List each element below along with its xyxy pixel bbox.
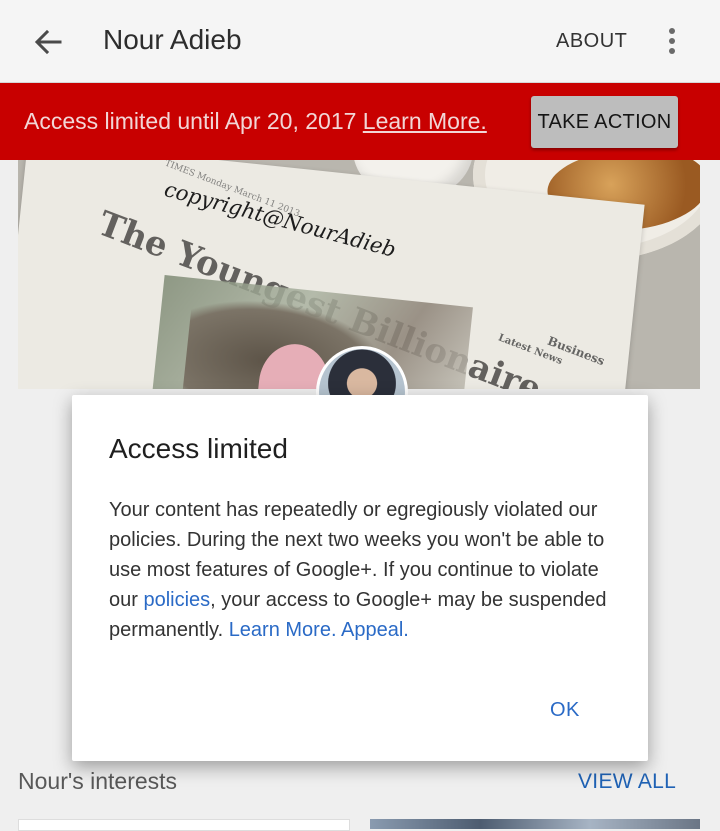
interest-card[interactable] — [18, 819, 350, 831]
page-title: Nour Adieb — [103, 24, 242, 55]
more-vert-icon[interactable] — [660, 24, 684, 58]
interest-card[interactable] — [370, 819, 700, 829]
dialog-body: Your content has repeatedly or egregious… — [109, 495, 619, 645]
banner-text: Access limited until Apr 20, 2017 Learn … — [24, 108, 487, 135]
banner-learn-more-link[interactable]: Learn More. — [363, 108, 487, 134]
about-button[interactable]: ABOUT — [556, 30, 627, 53]
arrow-left-icon[interactable] — [30, 24, 66, 60]
appeal-link[interactable]: Appeal. — [341, 619, 409, 641]
newspaper: TIMES Monday March 11 2013 The Youngest … — [18, 160, 645, 389]
view-all-button[interactable]: VIEW ALL — [578, 770, 676, 794]
app-bar: Nour Adieb ABOUT — [0, 0, 720, 83]
take-action-button[interactable]: TAKE ACTION — [531, 96, 678, 148]
learn-more-link[interactable]: Learn More. — [229, 619, 337, 641]
policies-link[interactable]: policies — [143, 589, 210, 611]
banner-message: Access limited until Apr 20, 2017 — [24, 108, 357, 134]
access-limited-dialog: Access limited Your content has repeated… — [72, 395, 648, 761]
access-limited-banner: Access limited until Apr 20, 2017 Learn … — [0, 83, 720, 160]
ok-button[interactable]: OK — [550, 695, 580, 726]
dialog-title: Access limited — [109, 433, 288, 464]
interests-heading: Nour's interests — [18, 768, 178, 794]
